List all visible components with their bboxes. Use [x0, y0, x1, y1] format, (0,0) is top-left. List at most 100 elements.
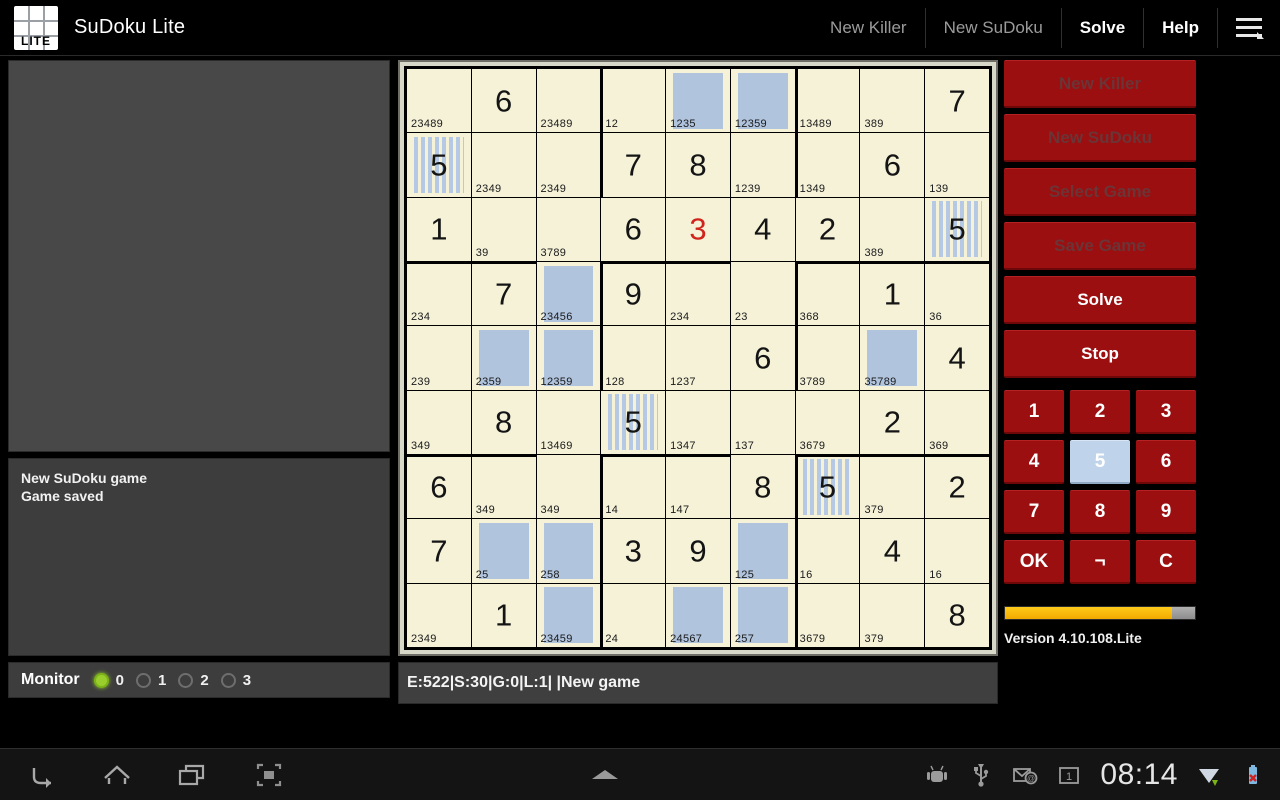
- sudoku-cell-r6c6[interactable]: 137: [730, 390, 795, 454]
- sudoku-cell-r1c5[interactable]: 1235: [666, 69, 730, 133]
- keypad-key-6[interactable]: 6: [1136, 440, 1196, 484]
- sudoku-cell-r1c3[interactable]: 23489: [536, 69, 601, 133]
- sudoku-cell-r2c9[interactable]: 139: [925, 133, 989, 197]
- monitor-radio-1[interactable]: 1: [136, 672, 166, 689]
- sudoku-cell-r6c5[interactable]: 1347: [666, 390, 730, 454]
- sudoku-cell-r6c8[interactable]: 2: [860, 390, 925, 454]
- sudoku-cell-r8c4[interactable]: 3: [601, 519, 666, 583]
- sudoku-cell-r9c6[interactable]: 257: [730, 583, 795, 647]
- android-icon[interactable]: [924, 762, 950, 788]
- sudoku-cell-r5c3[interactable]: 12359: [536, 326, 601, 390]
- sudoku-cell-r8c3[interactable]: 258: [536, 519, 601, 583]
- hamburger-menu-icon[interactable]: [1218, 8, 1280, 48]
- recents-icon[interactable]: [176, 758, 210, 792]
- actionbar-item-new-killer[interactable]: New Killer: [812, 7, 926, 48]
- sudoku-cell-r4c4[interactable]: 9: [601, 261, 666, 326]
- sudoku-cell-r8c1[interactable]: 7: [407, 519, 471, 583]
- sudoku-cell-r4c8[interactable]: 1: [860, 261, 925, 326]
- sudoku-cell-r7c5[interactable]: 147: [666, 454, 730, 519]
- sudoku-cell-r8c9[interactable]: 16: [925, 519, 989, 583]
- sudoku-cell-r9c3[interactable]: 23459: [536, 583, 601, 647]
- keypad-key-2[interactable]: 2: [1070, 390, 1130, 434]
- keypad-key-1[interactable]: 1: [1004, 390, 1064, 434]
- monitor-radio-0[interactable]: 0: [93, 672, 124, 689]
- sudoku-cell-r7c6[interactable]: 8: [730, 454, 795, 519]
- sudoku-cell-r3c4[interactable]: 6: [601, 197, 666, 261]
- number-keypad[interactable]: 1 2 3 4 5 6 7 8 9 OK ¬ C: [1004, 390, 1196, 584]
- sudoku-cell-r9c9[interactable]: 8: [925, 583, 989, 647]
- sudoku-cell-r1c7[interactable]: 13489: [795, 69, 860, 133]
- sudoku-cell-r4c7[interactable]: 368: [795, 261, 860, 326]
- sudoku-cell-r4c6[interactable]: 23: [730, 261, 795, 326]
- screenshot-icon[interactable]: [252, 758, 286, 792]
- keypad-key-8[interactable]: 8: [1070, 490, 1130, 534]
- app-logo[interactable]: LITE: [14, 5, 58, 50]
- sudoku-cell-r7c8[interactable]: 379: [860, 454, 925, 519]
- sudoku-cell-r1c9[interactable]: 7: [925, 69, 989, 133]
- sudoku-cell-r6c1[interactable]: 349: [407, 390, 471, 454]
- keypad-key-3[interactable]: 3: [1136, 390, 1196, 434]
- chevron-up-icon[interactable]: [592, 770, 619, 779]
- keypad-key-4[interactable]: 4: [1004, 440, 1064, 484]
- sudoku-cell-r7c1[interactable]: 6: [407, 454, 471, 519]
- actionbar-item-solve[interactable]: Solve: [1062, 7, 1145, 48]
- sudoku-cell-r2c3[interactable]: 2349: [536, 133, 601, 197]
- keypad-key-neg[interactable]: ¬: [1070, 540, 1130, 584]
- sudoku-cell-r7c2[interactable]: 349: [471, 454, 536, 519]
- email-icon[interactable]: @: [1012, 762, 1038, 788]
- sudoku-cell-r4c5[interactable]: 234: [666, 261, 730, 326]
- sidebar-button-solve[interactable]: Solve: [1004, 276, 1196, 324]
- sudoku-cell-r3c7[interactable]: 2: [795, 197, 860, 261]
- sudoku-cell-r2c2[interactable]: 2349: [471, 133, 536, 197]
- sidebar-button-select-game[interactable]: Select Game: [1004, 168, 1196, 216]
- actionbar-item-new-sudoku[interactable]: New SuDoku: [926, 7, 1062, 48]
- sudoku-cell-r3c3[interactable]: 3789: [536, 197, 601, 261]
- sudoku-cell-r2c8[interactable]: 6: [860, 133, 925, 197]
- sudoku-cell-r3c5[interactable]: 3: [666, 197, 730, 261]
- sudoku-cell-r1c4[interactable]: 12: [601, 69, 666, 133]
- sudoku-cell-r4c3[interactable]: 23456: [536, 261, 601, 326]
- sudoku-cell-r6c7[interactable]: 3679: [795, 390, 860, 454]
- sudoku-cell-r2c6[interactable]: 1239: [730, 133, 795, 197]
- sudoku-cell-r2c5[interactable]: 8: [666, 133, 730, 197]
- sudoku-cell-r4c2[interactable]: 7: [471, 261, 536, 326]
- sudoku-cell-r1c1[interactable]: 23489: [407, 69, 471, 133]
- keypad-key-5[interactable]: 5: [1070, 440, 1130, 484]
- sudoku-cell-r3c1[interactable]: 1: [407, 197, 471, 261]
- sudoku-cell-r7c7[interactable]: 5: [795, 454, 860, 519]
- sudoku-cell-r9c8[interactable]: 379: [860, 583, 925, 647]
- keypad-key-ok[interactable]: OK: [1004, 540, 1064, 584]
- sudoku-cell-r8c7[interactable]: 16: [795, 519, 860, 583]
- sudoku-cell-r1c6[interactable]: 12359: [730, 69, 795, 133]
- sudoku-cell-r6c9[interactable]: 369: [925, 390, 989, 454]
- keypad-key-7[interactable]: 7: [1004, 490, 1064, 534]
- sudoku-cell-r1c2[interactable]: 6: [471, 69, 536, 133]
- sudoku-cell-r3c2[interactable]: 39: [471, 197, 536, 261]
- sidebar-button-save-game[interactable]: Save Game: [1004, 222, 1196, 270]
- sudoku-cell-r2c1[interactable]: 5: [407, 133, 471, 197]
- sudoku-cell-r8c6[interactable]: 125: [730, 519, 795, 583]
- sudoku-cell-r8c2[interactable]: 25: [471, 519, 536, 583]
- sudoku-cell-r6c4[interactable]: 5: [601, 390, 666, 454]
- keypad-key-9[interactable]: 9: [1136, 490, 1196, 534]
- sudoku-cell-r9c5[interactable]: 24567: [666, 583, 730, 647]
- sudoku-cell-r5c4[interactable]: 128: [601, 326, 666, 390]
- log-panel[interactable]: New SuDoku game Game saved: [8, 458, 390, 656]
- usb-icon[interactable]: [968, 762, 994, 788]
- sudoku-board[interactable]: 23489 6 23489 12 1235 12359 13489 389 7 5 2349 2349…: [404, 66, 992, 650]
- puzzle-preview-panel[interactable]: [8, 60, 390, 452]
- sudoku-cell-r3c6[interactable]: 4: [730, 197, 795, 261]
- sudoku-cell-r5c6[interactable]: 6: [730, 326, 795, 390]
- sidebar-button-new-sudoku[interactable]: New SuDoku: [1004, 114, 1196, 162]
- sudoku-cell-r6c2[interactable]: 8: [471, 390, 536, 454]
- sudoku-cell-r3c8[interactable]: 389: [860, 197, 925, 261]
- sudoku-cell-r8c8[interactable]: 4: [860, 519, 925, 583]
- sudoku-cell-r9c1[interactable]: 2349: [407, 583, 471, 647]
- sudoku-cell-r5c2[interactable]: 2359: [471, 326, 536, 390]
- sudoku-cell-r6c3[interactable]: 13469: [536, 390, 601, 454]
- sudoku-cell-r2c7[interactable]: 1349: [795, 133, 860, 197]
- battery-error-icon[interactable]: [1240, 762, 1266, 788]
- monitor-radio-3[interactable]: 3: [220, 672, 251, 689]
- sudoku-cell-r7c9[interactable]: 2: [925, 454, 989, 519]
- home-icon[interactable]: [100, 758, 134, 792]
